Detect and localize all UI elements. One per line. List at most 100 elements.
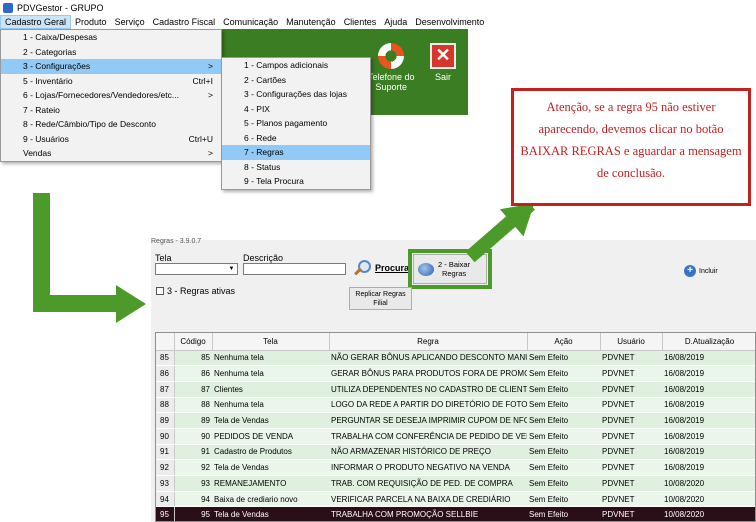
tela-combo[interactable]: ▼	[155, 263, 238, 275]
table-row[interactable]: 94 94 Baixa de crediario novo VERIFICAR PAR…	[156, 491, 755, 508]
submenu-item[interactable]: 5 - Planos pagamento	[222, 116, 370, 131]
table-cell: NÃO ARMAZENAR HISTÓRICO DE PREÇO	[329, 444, 527, 461]
table-cell: PDVNET	[600, 412, 662, 429]
submenu-item[interactable]: 9 - Tela Procura	[222, 174, 370, 189]
table-cell: 91	[174, 444, 212, 461]
table-cell: INFORMAR O PRODUTO NEGATIVO NA VENDA	[329, 459, 527, 476]
title-bar: PDVGestor - GRUPO	[0, 0, 756, 15]
table-row[interactable]: 89 89 Tela de Vendas PERGUNTAR SE DESEJA IM…	[156, 412, 755, 429]
menu-ajuda[interactable]: Ajuda	[380, 15, 411, 29]
menu-item[interactable]: 5 - Inventário Ctrl+I	[1, 74, 221, 89]
table-cell: Sem Efeito	[527, 365, 600, 382]
menu-item[interactable]: 2 - Categorias	[1, 45, 221, 60]
menu-item-label: 3 - Configurações	[23, 61, 91, 71]
menu-manutencao[interactable]: Manutenção	[282, 15, 340, 29]
menu-produto[interactable]: Produto	[71, 15, 111, 29]
submenu-item[interactable]: 7 - Regras	[222, 145, 370, 160]
table-row[interactable]: 95 95 Tela de Vendas TRABALHA COM PROMOÇÃO …	[156, 506, 755, 521]
table-cell: 88	[156, 397, 175, 414]
table-cell: REMANEJAMENTO	[212, 475, 329, 492]
menu-item-label: 1 - Caixa/Despesas	[23, 32, 98, 42]
table-cell: Sem Efeito	[527, 350, 600, 367]
table-cell: 87	[156, 381, 175, 398]
regras-ativas-checkbox[interactable]	[156, 287, 164, 295]
table-row[interactable]: 87 87 Clientes UTILIZA DEPENDENTES NO CADAS…	[156, 381, 755, 398]
table-cell: Sem Efeito	[527, 491, 600, 508]
cadastro-geral-menu: 1 - Caixa/Despesas 2 - Categorias 3 - Conf…	[0, 29, 222, 162]
menu-item-label: 6 - Lojas/Fornecedores/Vendedores/etc...	[23, 90, 179, 100]
table-row[interactable]: 88 88 Nenhuma tela LOGO DA REDE A PARTIR DO…	[156, 397, 755, 414]
table-cell: Nenhuma tela	[212, 365, 329, 382]
menu-servico[interactable]: Serviço	[111, 15, 149, 29]
column-header[interactable]: Usuário	[600, 333, 663, 351]
window-caption: Regras - 3.9.0.7	[151, 238, 202, 245]
chevron-right-icon: >	[208, 148, 213, 158]
menu-clientes[interactable]: Clientes	[340, 15, 381, 29]
table-cell: PEDIDOS DE VENDA	[212, 428, 329, 445]
menu-item[interactable]: 3 - Configurações >	[1, 59, 221, 74]
menu-item[interactable]: 9 - Usuários Ctrl+U	[1, 132, 221, 147]
table-cell: 87	[174, 381, 212, 398]
table-cell: Baixa de crediario novo	[212, 491, 329, 508]
table-cell: 89	[174, 412, 212, 429]
menu-item-shortcut: Ctrl+U	[188, 133, 213, 144]
table-cell: 16/08/2019	[662, 381, 755, 398]
submenu-item[interactable]: 8 - Status	[222, 160, 370, 175]
incluir-button[interactable]: + Incluir	[684, 265, 718, 277]
menu-cadastro-fiscal[interactable]: Cadastro Fiscal	[149, 15, 220, 29]
table-row[interactable]: 92 92 Tela de Vendas INFORMAR O PRODUTO NEG…	[156, 459, 755, 476]
menu-item[interactable]: Vendas >	[1, 146, 221, 161]
procurar-button[interactable]: Procurar	[352, 260, 413, 276]
table-cell: Sem Efeito	[527, 444, 600, 461]
table-cell: 91	[156, 444, 175, 461]
column-header[interactable]: Regra	[329, 333, 528, 351]
table-row[interactable]: 90 90 PEDIDOS DE VENDA TRABALHA COM CONFERÊ…	[156, 428, 755, 445]
table-cell: PDVNET	[600, 428, 662, 445]
exit-button[interactable]: ✕ Sair	[430, 43, 456, 82]
menu-item[interactable]: 1 - Caixa/Despesas	[1, 30, 221, 45]
column-header[interactable]: D.Atualização	[662, 333, 755, 351]
submenu-item[interactable]: 6 - Rede	[222, 131, 370, 146]
column-header[interactable]: Tela	[212, 333, 330, 351]
table-row[interactable]: 85 85 Nenhuma tela NÃO GERAR BÔNUS APLICAND…	[156, 350, 755, 367]
support-phone-button[interactable]: Telefone do Suporte	[368, 43, 415, 92]
submenu-item[interactable]: 2 - Cartões	[222, 73, 370, 88]
baixar-label-line2: Regras	[441, 269, 467, 278]
table-cell: GERAR BÔNUS PARA PRODUTOS FORA DE PROMOÇ…	[329, 365, 527, 382]
menu-comunicacao[interactable]: Comunicação	[219, 15, 282, 29]
table-cell: Cadastro de Produtos	[212, 444, 329, 461]
app-icon	[3, 2, 13, 13]
column-header[interactable]	[156, 333, 175, 351]
menu-cadastro-geral[interactable]: Cadastro Geral	[0, 15, 72, 29]
table-cell: 93	[156, 475, 175, 492]
column-header[interactable]: Código	[174, 333, 213, 351]
table-row[interactable]: 93 93 REMANEJAMENTO TRAB. COM REQUISIÇÃO DE…	[156, 475, 755, 492]
menu-bar: Cadastro Geral Produto Serviço Cadastro Fis…	[0, 15, 756, 29]
submenu-item[interactable]: 1 - Campos adicionais	[222, 58, 370, 73]
table-cell: LOGO DA REDE A PARTIR DO DIRETÓRIO DE FO…	[329, 397, 527, 414]
descricao-label: Descrição	[243, 253, 284, 263]
table-cell: UTILIZA DEPENDENTES NO CADASTRO DE CLIEN…	[329, 381, 527, 398]
table-row[interactable]: 91 91 Cadastro de Produtos NÃO ARMAZENAR HI…	[156, 444, 755, 461]
menu-desenvolvimento[interactable]: Desenvolvimento	[411, 15, 488, 29]
column-header[interactable]: Ação	[527, 333, 601, 351]
l-arrow-vertical	[33, 193, 50, 303]
table-row[interactable]: 86 86 Nenhuma tela GERAR BÔNUS PARA PRODUTO…	[156, 365, 755, 382]
replicar-regras-button[interactable]: Replicar Regras Filial	[349, 287, 412, 310]
incluir-label: Incluir	[699, 267, 718, 275]
support-label-line2: Suporte	[375, 82, 408, 92]
submenu-item[interactable]: 3 - Configurações das lojas	[222, 87, 370, 102]
table-cell: 95	[156, 506, 175, 521]
table-cell: 10/08/2020	[662, 491, 755, 508]
menu-item[interactable]: 8 - Rede/Câmbio/Tipo de Desconto	[1, 117, 221, 132]
close-icon: ✕	[430, 43, 456, 69]
table-cell: Sem Efeito	[527, 412, 600, 429]
table-cell: 90	[156, 428, 175, 445]
descricao-input[interactable]	[243, 263, 346, 275]
menu-item[interactable]: 7 - Rateio	[1, 103, 221, 118]
menu-item-label: Vendas	[23, 148, 52, 158]
submenu-item[interactable]: 4 - PIX	[222, 102, 370, 117]
menu-item[interactable]: 6 - Lojas/Fornecedores/Vendedores/etc...…	[1, 88, 221, 103]
menu-item-label: 7 - Rateio	[23, 104, 60, 115]
configuracoes-submenu: 1 - Campos adicionais 2 - Cartões 3 - Conf…	[221, 57, 371, 190]
